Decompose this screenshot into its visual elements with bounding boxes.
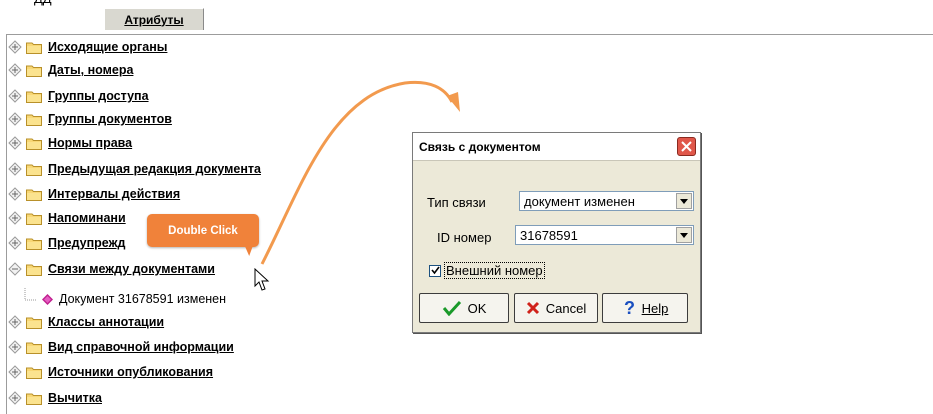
dialog-title-bar: Связь с документом (413, 133, 700, 161)
tooltip-text: Double Click (168, 224, 238, 237)
link-type-label: Тип связи (427, 195, 486, 210)
close-icon (681, 141, 692, 152)
checkbox-box[interactable] (429, 264, 441, 277)
link-type-dropdown-button[interactable] (676, 193, 692, 209)
external-number-checkbox[interactable]: Внешний номер (429, 262, 545, 279)
cancel-icon (526, 301, 539, 315)
id-label: ID номер (437, 230, 492, 245)
svg-text:?: ? (624, 299, 635, 317)
close-button[interactable] (677, 137, 696, 156)
chevron-down-icon (680, 232, 688, 238)
chevron-down-icon (680, 198, 688, 204)
mouse-cursor-icon (254, 268, 270, 291)
link-type-value: документ изменен (524, 193, 635, 209)
ok-button[interactable]: OK (419, 293, 509, 323)
id-select[interactable]: 31678591 (515, 225, 694, 245)
double-click-tooltip: Double Click (147, 214, 259, 256)
help-button[interactable]: ? Help (602, 293, 688, 323)
cancel-label: Cancel (545, 300, 587, 316)
link-type-select[interactable]: документ изменен (519, 191, 694, 211)
checkmark-icon (430, 266, 440, 275)
link-dialog: Связь с документом Тип связи документ из… (412, 132, 701, 333)
check-icon (442, 300, 461, 316)
cancel-button[interactable]: Cancel (514, 293, 598, 323)
id-dropdown-button[interactable] (676, 227, 692, 243)
ok-label: OK (467, 300, 487, 316)
help-icon: ? (624, 299, 635, 317)
dialog-title: Связь с документом (419, 139, 541, 154)
help-label: Help (641, 300, 669, 316)
external-number-label: Внешний номер (444, 262, 545, 279)
id-value: 31678591 (520, 227, 578, 243)
